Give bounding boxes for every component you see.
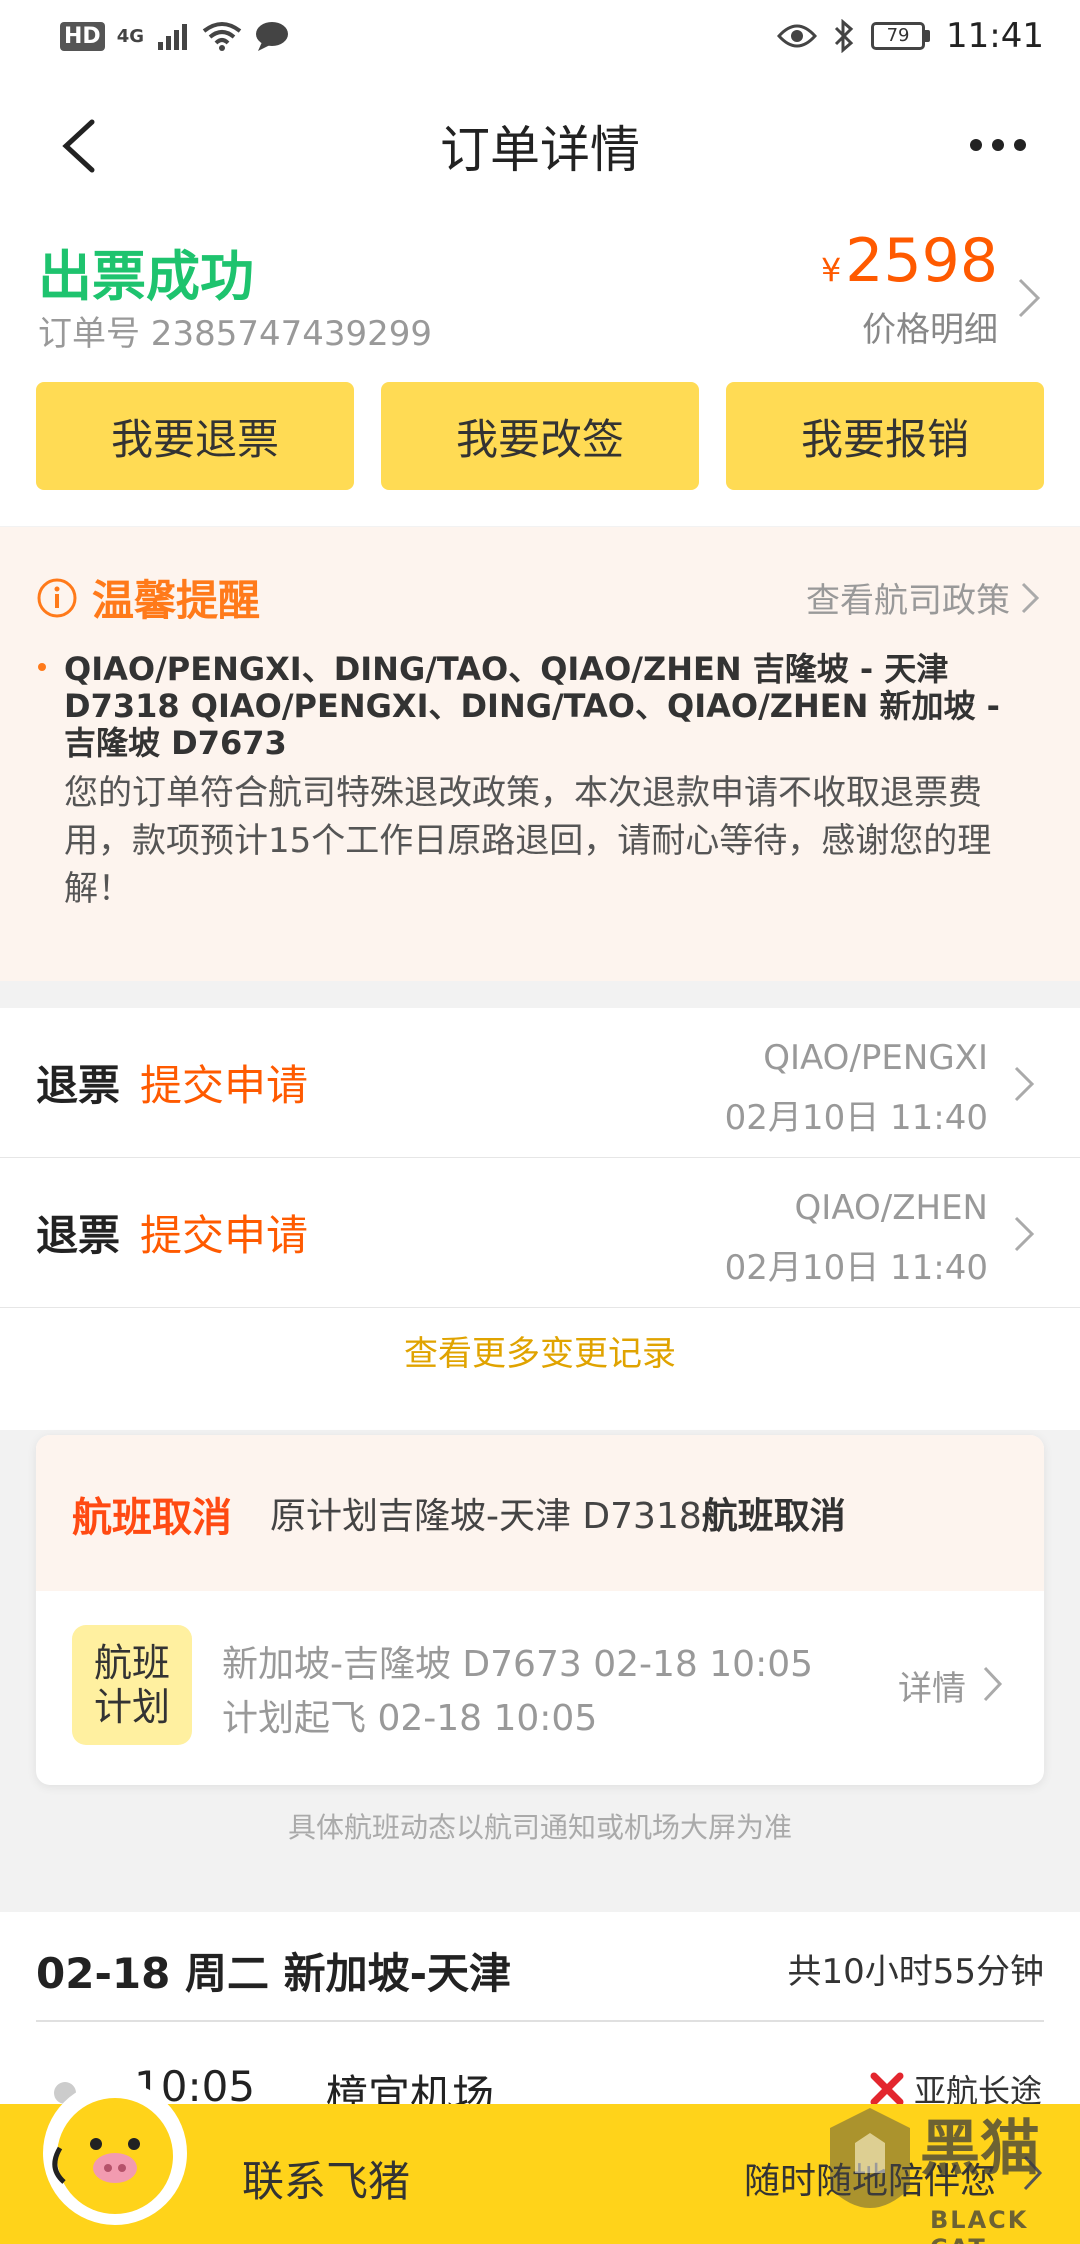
badge-line-2: 计划 <box>93 1685 170 1729</box>
change-record-row[interactable]: 退票 提交申请 QIAO/PENGXI 02月10日 11:40 <box>0 1008 1080 1158</box>
order-detail-page: HD 4G 79 11:41 订单详情 出票成功 订单号 23857474392… <box>0 0 1080 2244</box>
currency-symbol: ¥ <box>820 251 842 289</box>
cancel-desc-bold: 航班取消 <box>701 1496 846 1537</box>
more-options-icon[interactable] <box>968 130 1028 160</box>
battery-indicator: 79 <box>871 22 931 50</box>
passenger-name: QIAO/ZHEN <box>794 1188 988 1228</box>
flight-plan-badge: 航班 计划 <box>72 1625 192 1745</box>
change-status: 提交申请 <box>140 1061 309 1110</box>
order-price[interactable]: ¥ 2598 <box>821 226 998 296</box>
clock: 11:41 <box>946 16 1044 56</box>
change-status: 提交申请 <box>140 1211 309 1260</box>
flight-status-note: 具体航班动态以航司通知或机场大屏为准 <box>287 1811 792 1844</box>
airline-policy-link[interactable]: 查看航司政策 <box>806 573 1040 622</box>
change-time: 02月10日 11:40 <box>724 1248 988 1288</box>
reimbursement-button[interactable]: 我要报销 <box>726 382 1044 490</box>
divider <box>36 2020 1044 2022</box>
reminder-header: 温馨提醒 <box>36 567 260 628</box>
departure-info: 计划起飞 02-18 10:05 <box>222 1698 598 1739</box>
passenger-name: QIAO/PENGXI <box>763 1038 988 1078</box>
cancel-description: 原计划吉隆坡-天津 D7318航班取消 <box>270 1487 846 1539</box>
reminder-panel: 温馨提醒 查看航司政策 QIAO/PENGXI、DING/TAO、QIAO/ZH… <box>0 527 1080 981</box>
ticket-status: 出票成功 <box>38 245 254 308</box>
change-record-row[interactable]: 退票 提交申请 QIAO/ZHEN 02月10日 11:40 <box>0 1158 1080 1308</box>
price-detail-link[interactable]: 价格明细 <box>862 302 998 351</box>
bullet-dot <box>38 663 46 671</box>
badge-line-1: 航班 <box>93 1641 170 1685</box>
bluetooth-icon <box>834 19 854 53</box>
watermark-subtext: BLACK CAT <box>930 2206 1029 2244</box>
chevron-right-icon[interactable] <box>1016 276 1042 320</box>
refund-button[interactable]: 我要退票 <box>36 382 354 490</box>
network-type: 4G <box>116 25 144 47</box>
contact-fliggy: 联系飞猪 <box>242 2157 411 2206</box>
watermark-text: 黑猫 <box>920 2114 1040 2184</box>
itinerary-date-route: 02-18 周二 新加坡-天津 <box>36 1949 512 1998</box>
flight-info: 新加坡-吉隆坡 D7673 02-18 10:05 <box>222 1644 814 1685</box>
more-records-link[interactable]: 查看更多变更记录 <box>0 1326 1080 1375</box>
cancel-desc-prefix: 原计划吉隆坡-天津 D7318 <box>270 1496 702 1537</box>
reminder-routes: QIAO/PENGXI、DING/TAO、QIAO/ZHEN 吉隆坡 - 天津 … <box>64 650 1000 762</box>
back-arrow-icon[interactable] <box>52 116 112 176</box>
chevron-right-icon <box>1014 1216 1035 1252</box>
order-summary: 出票成功 订单号 2385747439299 ¥ 2598 价格明细 我要退票 … <box>0 220 1080 526</box>
chevron-right-icon[interactable] <box>982 1665 1004 1703</box>
page-title: 订单详情 <box>440 121 640 179</box>
cancel-tag: 航班取消 <box>72 1495 232 1541</box>
status-bar: HD 4G 79 11:41 <box>0 0 1080 72</box>
cancel-header: 航班取消 原计划吉隆坡-天津 D7318航班取消 <box>36 1435 1044 1591</box>
info-icon <box>37 578 77 617</box>
change-ticket-button[interactable]: 我要改签 <box>381 382 699 490</box>
flight-cancel-card: 航班取消 原计划吉隆坡-天津 D7318航班取消 航班 计划 新加坡-吉隆坡 D… <box>36 1435 1044 1785</box>
message-icon <box>256 22 288 51</box>
reminder-title: 温馨提醒 <box>92 576 261 625</box>
eye-icon <box>777 24 818 48</box>
price-value: 2598 <box>845 226 998 296</box>
fliggy-mascot-avatar <box>43 2081 187 2225</box>
signal-icon <box>158 24 187 50</box>
battery-tip <box>925 30 931 42</box>
chevron-right-icon <box>1021 582 1040 613</box>
action-buttons: 我要退票 我要改签 我要报销 <box>36 382 1044 490</box>
chevron-right-icon <box>1014 1066 1035 1102</box>
flight-detail-link[interactable]: 详情 <box>898 1661 966 1710</box>
battery-level: 79 <box>871 22 926 50</box>
change-time: 02月10日 11:40 <box>724 1098 988 1138</box>
itinerary-duration: 共10小时55分钟 <box>787 1952 1044 1992</box>
change-type: 退票 <box>36 1061 121 1110</box>
order-number: 订单号 2385747439299 <box>38 314 433 354</box>
status-left: HD 4G <box>60 20 290 52</box>
change-records: 退票 提交申请 QIAO/PENGXI 02月10日 11:40 退票 提交申请… <box>0 1008 1080 1430</box>
wifi-icon <box>202 22 242 51</box>
nav-bar: 订单详情 <box>0 72 1080 220</box>
status-right: 79 11:41 <box>777 16 1044 56</box>
policy-link-label: 查看航司政策 <box>806 581 1010 621</box>
change-type: 退票 <box>36 1211 121 1260</box>
reminder-body: 您的订单符合航司特殊退改政策，本次退款申请不收取退票费用，款项预计15个工作日原… <box>64 773 992 909</box>
hd-icon: HD <box>60 21 105 51</box>
